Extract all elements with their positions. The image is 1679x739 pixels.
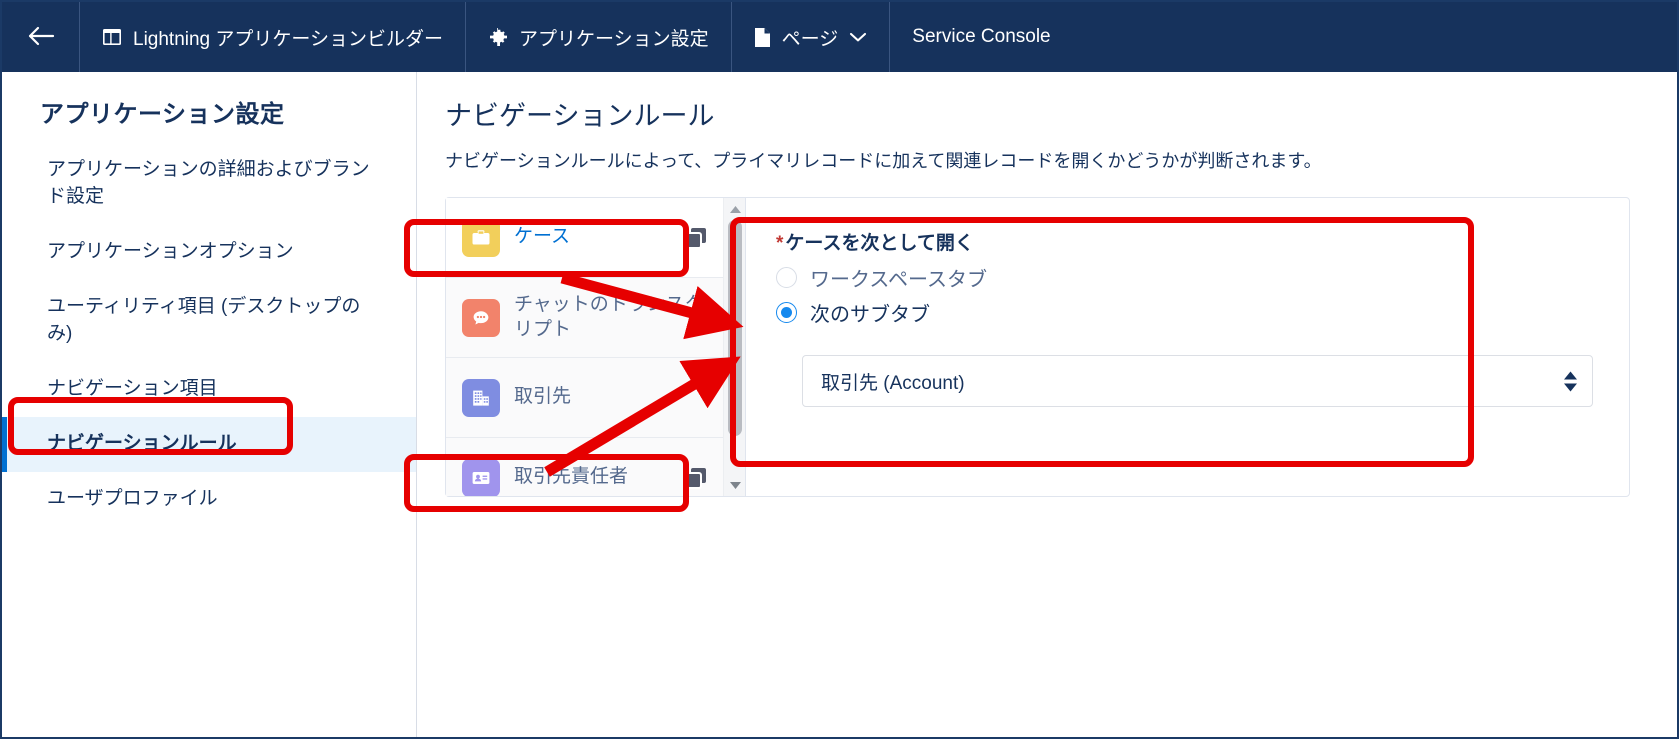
- object-label: 取引先: [514, 386, 572, 408]
- radio-label: ワークスペースタブ: [810, 269, 987, 291]
- radio-label: 次のサブタブ: [810, 304, 930, 326]
- app-settings-button[interactable]: アプリケーション設定: [466, 2, 732, 72]
- sidebar-item-navigation-rules[interactable]: ナビゲーションルール: [2, 416, 416, 472]
- back-button[interactable]: [2, 2, 80, 72]
- required-marker: *: [776, 233, 784, 254]
- chevron-down-icon: [849, 31, 867, 43]
- page-menu-button[interactable]: ページ: [732, 2, 891, 72]
- scroll-down-arrow-icon[interactable]: [724, 476, 746, 494]
- duplicate-icon[interactable]: [679, 225, 709, 251]
- config-label-text: ケースを次として開く: [785, 233, 974, 254]
- scrollbar-thumb[interactable]: [728, 220, 742, 436]
- parent-object-select[interactable]: 取引先 (Account): [802, 355, 1593, 407]
- page-menu-label: ページ: [781, 28, 839, 50]
- sidebar-item-app-details[interactable]: アプリケーションの詳細およびブランド設定: [2, 143, 416, 225]
- object-row-case[interactable]: ケース: [446, 198, 723, 278]
- sidebar-item-user-profiles[interactable]: ユーザプロファイル: [2, 472, 416, 527]
- radio-indicator: [776, 302, 797, 323]
- sidebar-item-label: ナビゲーションルール: [47, 432, 237, 454]
- gear-icon: [488, 27, 508, 47]
- object-row-account[interactable]: 取引先: [446, 358, 723, 438]
- app-settings-label: アプリケーション設定: [519, 28, 709, 50]
- sidebar-item-label: アプリケーションの詳細およびブランド設定: [47, 159, 370, 207]
- settings-sidebar: アプリケーション設定 アプリケーションの詳細およびブランド設定 アプリケーション…: [2, 72, 417, 737]
- sidebar-item-label: ユーティリティ項目 (デスクトップのみ): [47, 295, 361, 344]
- navigation-rules-card: ケース チャットのトランスクリプト 取引先 取引先責任者 * ケースを次として開…: [445, 197, 1630, 497]
- object-row-contact[interactable]: 取引先責任者: [446, 438, 723, 496]
- object-list-panel: ケース チャットのトランスクリプト 取引先 取引先責任者: [446, 198, 746, 496]
- app-window: Lightning アプリケーションビルダー アプリケーション設定 ページ Se…: [0, 0, 1679, 739]
- account-building-icon: [462, 378, 500, 417]
- page-title: ナビゲーションルール: [445, 101, 715, 131]
- sidebar-item-utility-items[interactable]: ユーティリティ項目 (デスクトップのみ): [2, 280, 416, 362]
- top-bar: Lightning アプリケーションビルダー アプリケーション設定 ページ Se…: [2, 2, 1677, 72]
- sidebar-item-label: アプリケーションオプション: [47, 240, 294, 262]
- app-builder-button[interactable]: Lightning アプリケーションビルダー: [80, 2, 467, 72]
- navigation-rule-config: * ケースを次として開く ワークスペースタブ 次のサブタブ 取引先 (Accoun…: [746, 198, 1629, 496]
- sidebar-item-navigation-items[interactable]: ナビゲーション項目: [2, 362, 416, 417]
- object-list: ケース チャットのトランスクリプト 取引先 取引先責任者: [446, 198, 723, 496]
- object-list-scrollbar[interactable]: [723, 198, 745, 496]
- radio-workspace-tab[interactable]: ワークスペースタブ: [776, 263, 1597, 292]
- main-content: ナビゲーションルール ナビゲーションルールによって、プライマリレコードに加えて関…: [417, 72, 1677, 737]
- select-value: 取引先 (Account): [821, 372, 965, 394]
- scroll-up-arrow-icon[interactable]: [724, 200, 746, 218]
- object-label: チャットのトランスクリプト: [514, 294, 704, 340]
- page-document-icon: [754, 27, 771, 48]
- config-field-label: * ケースを次として開く: [776, 228, 1597, 255]
- sidebar-title: アプリケーション設定: [40, 101, 285, 128]
- chat-transcript-icon: [462, 298, 500, 337]
- radio-indicator: [776, 267, 797, 288]
- sidebar-item-app-options[interactable]: アプリケーションオプション: [2, 225, 416, 280]
- object-row-chat-transcript[interactable]: チャットのトランスクリプト: [446, 278, 723, 358]
- console-name-text: Service Console: [912, 26, 1051, 47]
- app-builder-layout-icon: [102, 27, 122, 47]
- duplicate-icon[interactable]: [679, 465, 709, 491]
- contact-card-icon: [462, 458, 500, 496]
- updown-stepper-icon[interactable]: [1563, 371, 1578, 392]
- page-description: ナビゲーションルールによって、プライマリレコードに加えて関連レコードを開くかどう…: [445, 151, 1322, 171]
- sidebar-item-label: ナビゲーション項目: [47, 377, 218, 399]
- briefcase-case-icon: [462, 218, 500, 257]
- object-label: 取引先責任者: [514, 466, 629, 488]
- console-name-label: Service Console: [890, 2, 1072, 72]
- back-arrow-icon: [27, 24, 55, 50]
- page-body: アプリケーション設定 アプリケーションの詳細およびブランド設定 アプリケーション…: [2, 72, 1677, 737]
- app-builder-label: Lightning アプリケーションビルダー: [133, 28, 444, 50]
- radio-subtab[interactable]: 次のサブタブ: [776, 298, 1597, 327]
- sidebar-item-label: ユーザプロファイル: [47, 487, 218, 509]
- object-label: ケース: [514, 226, 571, 248]
